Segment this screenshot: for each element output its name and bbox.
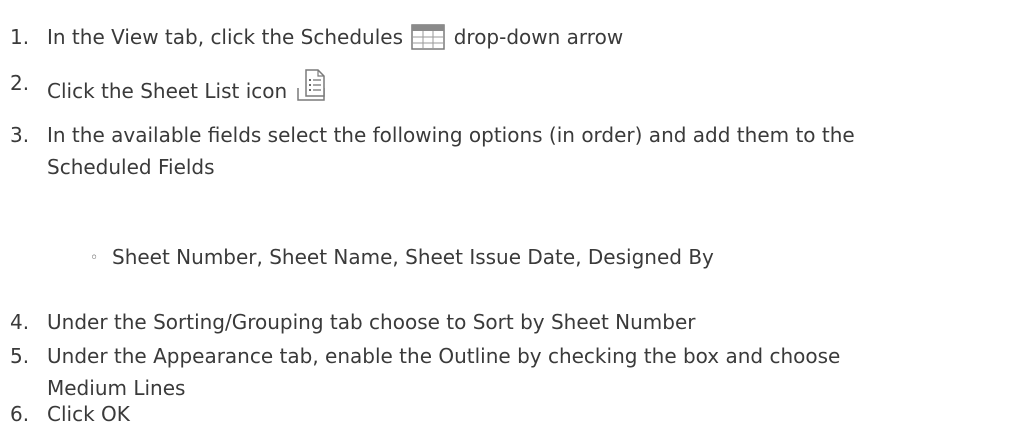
step-text-line-2: Scheduled Fields: [47, 155, 215, 179]
step-text: Under the Appearance tab, enable the Out…: [47, 340, 1002, 404]
step-text: In the View tab, click the Schedules dro…: [47, 21, 1002, 53]
step-number: 5.: [10, 344, 30, 368]
bullet-circle-icon: ◦: [90, 250, 99, 266]
step-text-before: Click the Sheet List icon: [47, 79, 288, 103]
step-number: 3.: [10, 123, 30, 147]
sub-item-text: Sheet Number, Sheet Name, Sheet Issue Da…: [112, 245, 714, 269]
step-text-before: In the View tab, click the Schedules: [47, 25, 403, 49]
step-text-line-1: In the available fields select the follo…: [47, 123, 855, 147]
step-number: 1.: [10, 25, 30, 49]
step-text: Click the Sheet List icon: [47, 68, 1002, 107]
step-text: In the available fields select the follo…: [47, 119, 1002, 183]
step-number: 6.: [10, 402, 30, 426]
step-text-after: drop-down arrow: [453, 25, 624, 49]
schedules-table-icon: [411, 24, 446, 50]
step-text: Under the Sorting/Grouping tab choose to…: [47, 310, 696, 334]
step-text-line-1: Under the Appearance tab, enable the Out…: [47, 344, 841, 368]
sub-list-item: ◦ Sheet Number, Sheet Name, Sheet Issue D…: [90, 245, 714, 269]
step-number: 2.: [10, 71, 30, 95]
step-number: 4.: [10, 310, 30, 334]
step-text: Click OK: [47, 402, 130, 426]
sheet-list-icon: [296, 69, 325, 101]
